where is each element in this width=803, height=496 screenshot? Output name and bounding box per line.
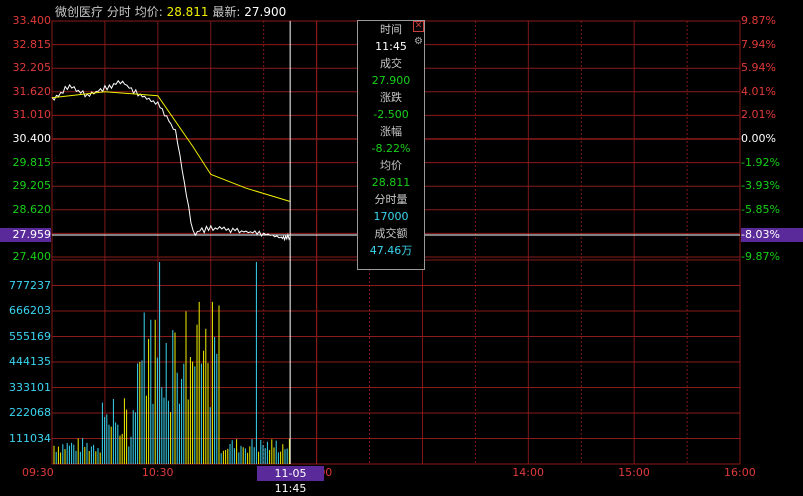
tip-change-value: -2.500 (373, 108, 409, 121)
chart-mode[interactable]: 分时 (107, 5, 131, 19)
time-tick: 09:30 (22, 466, 54, 479)
close-icon[interactable]: ✕ (413, 21, 424, 32)
gear-icon[interactable]: ⚙ (413, 36, 424, 47)
price-tick: 28.620 (12, 202, 52, 216)
tip-change-pct-value: -8.22% (371, 142, 411, 155)
price-tick: 27.400 (12, 250, 52, 263)
time-tick: 10:30 (141, 466, 174, 479)
chart-header: 微创医疗 分时 均价: 28.811 最新: 27.900 (55, 3, 286, 20)
tip-avg-value: 28.811 (371, 176, 411, 189)
last-value: 27.900 (244, 5, 287, 19)
pct-tick: -9.87% (741, 250, 780, 263)
volume-tick: 333101 (9, 380, 51, 394)
time-tick: 14:00 (512, 466, 544, 479)
avg-line (51, 91, 291, 202)
price-tick: 33.400 (12, 14, 52, 27)
tip-amount-label: 成交额 (374, 227, 408, 240)
avg-label: 均价: (134, 5, 163, 19)
last-label: 最新: (212, 5, 241, 19)
tip-deal-label: 成交 (380, 57, 402, 70)
price-tick: 32.815 (12, 37, 52, 51)
pct-tick: 5.94% (741, 61, 776, 75)
pct-tick: 0.00% (741, 132, 776, 145)
pct-tick: -5.85% (741, 202, 780, 216)
tip-amount-value: 47.46万 (369, 244, 413, 257)
pct-tick: -3.93% (741, 179, 780, 193)
volume-tick: 777237 (9, 278, 51, 292)
stock-name: 微创医疗 (55, 5, 104, 19)
price-tick: 29.815 (12, 155, 52, 169)
tip-vol-label: 分时量 (374, 193, 408, 206)
price-tick: 30.400 (12, 132, 52, 145)
volume-tick: 222068 (9, 406, 51, 419)
volume-tick: 666203 (9, 304, 51, 317)
pct-tick: -1.92% (741, 155, 780, 169)
crosshair-time: 11-05 11:45 (257, 466, 324, 495)
crosshair-pct: -8.03% (741, 228, 803, 242)
time-tick: 16:00 (724, 466, 756, 479)
tip-change-pct-label: 涨幅 (380, 125, 402, 138)
tip-change-label: 涨跌 (380, 91, 402, 104)
volume-tick: 111034 (9, 431, 51, 445)
avg-value: 28.811 (166, 5, 209, 19)
volume-tick: 444135 (9, 355, 51, 368)
price-line (51, 79, 291, 242)
crosshair-price: 27.959 (0, 228, 51, 242)
pct-tick: 9.87% (741, 14, 776, 27)
pct-tick: 4.01% (741, 84, 776, 98)
pct-tick: 7.94% (741, 37, 776, 51)
price-tick: 31.010 (12, 108, 52, 122)
pct-tick: 2.01% (741, 108, 776, 122)
tip-deal-value: 27.900 (371, 74, 411, 87)
price-tick: 31.620 (12, 84, 52, 98)
price-tick: 29.205 (12, 179, 52, 193)
time-tick: 15:00 (618, 466, 650, 479)
volume-tick: 555169 (9, 329, 51, 343)
price-tick: 32.205 (12, 61, 52, 75)
tip-vol-value: 17000 (373, 210, 409, 223)
tip-avg-label: 均价 (380, 159, 402, 172)
tooltip-panel: 时间 11:45 成交 27.900 涨跌 -2.500 涨幅 -8.22% 均… (357, 20, 425, 270)
